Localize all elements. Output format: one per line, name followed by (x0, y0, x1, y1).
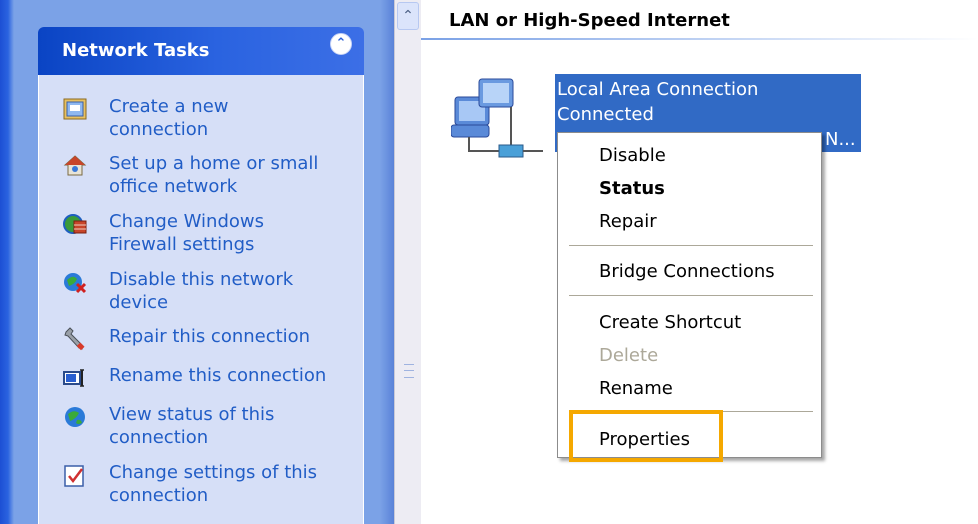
menu-item-disable[interactable]: Disable (599, 145, 666, 166)
change-settings-icon (64, 465, 84, 487)
task-disable-device[interactable]: Disable this network device (63, 268, 353, 324)
network-tasks-title: Network Tasks (62, 40, 210, 61)
task-create-connection[interactable]: Create a new connection (63, 95, 353, 151)
task-label[interactable]: View status of this connection (109, 403, 349, 449)
task-label[interactable]: Create a new connection (109, 95, 349, 141)
group-header: LAN or High-Speed Internet (449, 10, 730, 31)
menu-separator (569, 295, 813, 296)
task-label[interactable]: Repair this connection (109, 325, 349, 348)
connection-name: Local Area Connection (557, 79, 759, 100)
menu-item-create-shortcut[interactable]: Create Shortcut (599, 312, 741, 333)
network-connection-icon[interactable] (451, 75, 543, 165)
network-tasks-list: Create a new connection Set up a home or … (38, 75, 364, 524)
connection-device: N... (825, 129, 856, 150)
group-divider (421, 38, 978, 40)
menu-separator (569, 245, 813, 246)
double-chevron-up-icon[interactable]: ⌃ (330, 33, 352, 55)
task-home-network[interactable]: Set up a home or small office network (63, 152, 353, 208)
network-tasks-panel: Network Tasks ⌃ Create a newconnection (38, 27, 364, 524)
task-change-settings[interactable]: Change settings of this connection (63, 461, 353, 517)
menu-item-repair[interactable]: Repair (599, 211, 657, 232)
task-label[interactable]: Disable this network device (109, 268, 349, 314)
task-label[interactable]: Change Windows Firewall settings (109, 210, 349, 256)
connection-status: Connected (557, 104, 654, 125)
properties-highlight-box (569, 410, 723, 462)
menu-item-bridge-connections[interactable]: Bridge Connections (599, 261, 775, 282)
repair-wrench-icon (64, 327, 85, 351)
menu-item-rename[interactable]: Rename (599, 378, 673, 399)
rename-icon (63, 369, 84, 387)
task-firewall-settings[interactable]: Change Windows Firewall settings (63, 210, 353, 266)
scroll-thumb-grip[interactable] (404, 364, 414, 378)
firewall-icon (63, 214, 87, 234)
task-view-status[interactable]: View status of this connection (63, 403, 353, 459)
new-connection-icon (63, 98, 87, 120)
vertical-scrollbar[interactable]: ⌃ (394, 0, 421, 524)
menu-item-status[interactable]: Status (599, 178, 665, 199)
view-status-icon (65, 407, 85, 427)
task-pane: Network Tasks ⌃ Create a newconnection (0, 0, 394, 524)
network-tasks-header[interactable]: Network Tasks ⌃ (38, 27, 364, 75)
task-label[interactable]: Change settings of this connection (109, 461, 349, 507)
scroll-up-button[interactable]: ⌃ (397, 2, 419, 30)
home-network-icon (63, 155, 87, 176)
task-label[interactable]: Set up a home or small office network (109, 152, 349, 198)
menu-item-delete: Delete (599, 345, 659, 366)
disable-network-icon (64, 273, 87, 294)
task-label[interactable]: Rename this connection (109, 364, 349, 387)
